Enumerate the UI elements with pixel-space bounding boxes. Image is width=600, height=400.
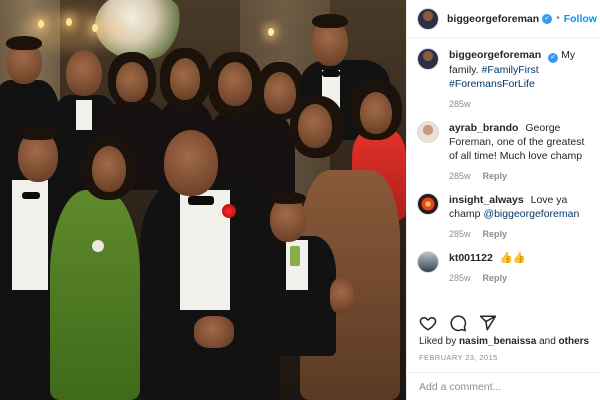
author-avatar[interactable]	[417, 7, 439, 30]
comment-username[interactable]: ayrab_brando	[449, 122, 518, 134]
instagram-post: biggeorgeforeman ✓ • Follow biggeorgefor…	[0, 0, 600, 400]
post-actions-bar	[407, 310, 600, 336]
caption-username[interactable]: biggeorgeforeman	[449, 49, 541, 61]
share-paper-plane-icon[interactable]	[479, 314, 497, 332]
comment-item: insight_always Love ya champ @biggeorgef…	[417, 193, 592, 241]
comment-item: ayrab_brando George Foreman, one of the …	[417, 121, 592, 183]
caption-author-avatar[interactable]	[417, 48, 439, 70]
commenter-avatar[interactable]	[417, 193, 439, 215]
reply-button[interactable]: Reply	[483, 169, 508, 183]
comment-age: 285w	[449, 171, 471, 181]
post-header: biggeorgeforeman ✓ • Follow	[407, 0, 600, 38]
verified-badge-icon: ✓	[542, 13, 553, 24]
reply-button[interactable]: Reply	[483, 271, 508, 285]
likes-prefix: Liked by	[419, 336, 457, 347]
commenter-avatar[interactable]	[417, 251, 439, 273]
caption-age: 285w	[449, 99, 471, 109]
rose-boutonniere	[222, 204, 236, 218]
candle-light	[268, 28, 274, 36]
commenter-avatar[interactable]	[417, 121, 439, 143]
caption: biggeorgeforeman ✓ My family. #FamilyFirs…	[417, 48, 592, 111]
likes-user[interactable]: nasim_benaissa	[459, 336, 536, 347]
likes-connector: and	[539, 336, 556, 347]
author-username[interactable]: biggeorgeforeman	[447, 13, 539, 25]
comment-age: 285w	[449, 273, 471, 283]
heart-icon[interactable]	[419, 314, 437, 332]
post-date: FEBRUARY 23, 2015	[419, 353, 498, 362]
verified-badge-icon: ✓	[548, 53, 559, 63]
comment-mention[interactable]: @biggeorgeforeman	[483, 208, 579, 220]
reply-button[interactable]: Reply	[483, 227, 508, 241]
likes-others[interactable]: others	[559, 336, 590, 347]
follow-button[interactable]: Follow	[564, 13, 597, 25]
add-comment-bar	[407, 372, 600, 400]
comment-text: 👍👍	[499, 252, 526, 264]
author-name-row: biggeorgeforeman ✓ • Follow	[447, 13, 597, 25]
comments-list[interactable]: biggeorgeforeman ✓ My family. #FamilyFirs…	[407, 48, 600, 300]
likes-summary: Liked by nasim_benaissa and others	[419, 336, 589, 347]
comment-item: kt001122 👍👍 285w Reply	[417, 251, 592, 285]
post-photo[interactable]	[0, 0, 406, 400]
comment-username[interactable]: insight_always	[449, 194, 524, 206]
comment-age: 285w	[449, 229, 471, 239]
comment-username[interactable]: kt001122	[449, 252, 493, 264]
add-comment-input[interactable]	[419, 380, 588, 393]
post-side-panel: biggeorgeforeman ✓ • Follow biggeorgefor…	[406, 0, 600, 400]
separator-dot: •	[556, 13, 560, 24]
comment-bubble-icon[interactable]	[449, 314, 467, 332]
